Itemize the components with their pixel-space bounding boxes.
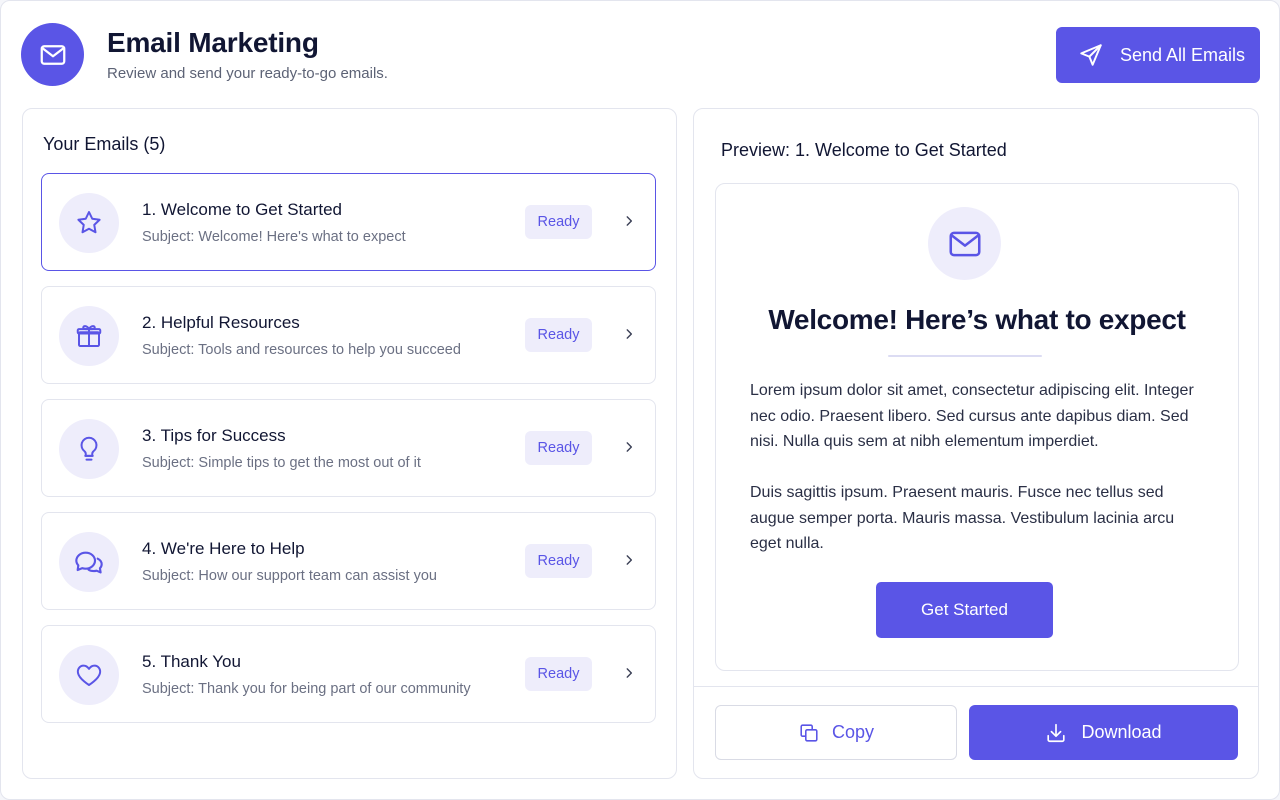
copy-icon (798, 722, 820, 744)
copy-label: Copy (831, 722, 875, 742)
send-icon (1078, 42, 1104, 68)
heart-icon (59, 645, 119, 705)
email-item-subject: Subject: Welcome! Here's what to expect (142, 229, 406, 245)
copy-button[interactable]: Copy (715, 705, 957, 760)
preview-paragraph: Lorem ipsum dolor sit amet, consectetur … (750, 382, 1194, 450)
preview-paragraph: Duis sagittis ipsum. Praesent mauris. Fu… (750, 484, 1175, 552)
send-all-emails-button[interactable]: Send All Emails (1056, 27, 1260, 83)
download-icon (1045, 722, 1067, 744)
heading-divider (888, 355, 1042, 357)
email-item-title: 2. Helpful Resources (142, 313, 300, 332)
status-badge: Ready (525, 318, 592, 352)
mail-icon (21, 23, 84, 86)
chevron-right-icon (620, 325, 638, 343)
app-window: Email Marketing Review and send your rea… (0, 0, 1280, 800)
email-item-subject: Subject: Tools and resources to help you… (142, 342, 461, 358)
status-badge: Ready (525, 544, 592, 578)
email-item-title: 3. Tips for Success (142, 426, 286, 445)
chevron-right-icon (620, 551, 638, 569)
chevron-right-icon (620, 664, 638, 682)
preview-heading: Welcome! Here’s what to expect (768, 304, 1186, 335)
email-item-title: 4. We're Here to Help (142, 539, 305, 558)
email-item-title: 1. Welcome to Get Started (142, 200, 342, 219)
page-subtitle: Review and send your ready-to-go emails. (107, 65, 388, 82)
page-title: Email Marketing (107, 27, 319, 58)
email-item-subject: Subject: Thank you for being part of our… (142, 681, 471, 697)
email-item-subject: Subject: How our support team can assist… (142, 568, 437, 584)
email-item-tips[interactable]: 3. Tips for Success Subject: Simple tips… (41, 399, 656, 497)
lightbulb-icon (59, 419, 119, 479)
email-item-resources[interactable]: 2. Helpful Resources Subject: Tools and … (41, 286, 656, 384)
email-list-panel: Your Emails (5) 1. Welcome to Get Starte… (22, 108, 677, 779)
email-item-subject: Subject: Simple tips to get the most out… (142, 455, 421, 471)
divider (694, 686, 1258, 687)
gift-icon (59, 306, 119, 366)
download-button[interactable]: Download (969, 705, 1238, 760)
email-list-title: Your Emails (5) (43, 134, 166, 154)
download-label: Download (1081, 722, 1162, 742)
chevron-right-icon (620, 438, 638, 456)
preview-panel: Preview: 1. Welcome to Get Started Welco… (693, 108, 1259, 779)
email-item-help[interactable]: 4. We're Here to Help Subject: How our s… (41, 512, 656, 610)
send-all-label: Send All Emails (1120, 44, 1246, 65)
email-item-title: 5. Thank You (142, 652, 241, 671)
chat-icon (59, 532, 119, 592)
status-badge: Ready (525, 205, 592, 239)
status-badge: Ready (525, 431, 592, 465)
get-started-button[interactable]: Get Started (876, 582, 1053, 638)
star-icon (59, 193, 119, 253)
email-item-thank-you[interactable]: 5. Thank You Subject: Thank you for bein… (41, 625, 656, 723)
status-badge: Ready (525, 657, 592, 691)
mail-icon (928, 207, 1001, 280)
preview-title: Preview: 1. Welcome to Get Started (721, 140, 1007, 160)
chevron-right-icon (620, 212, 638, 230)
email-item-welcome[interactable]: 1. Welcome to Get Started Subject: Welco… (41, 173, 656, 271)
email-preview-card: Welcome! Here’s what to expect Lorem ips… (715, 183, 1239, 671)
